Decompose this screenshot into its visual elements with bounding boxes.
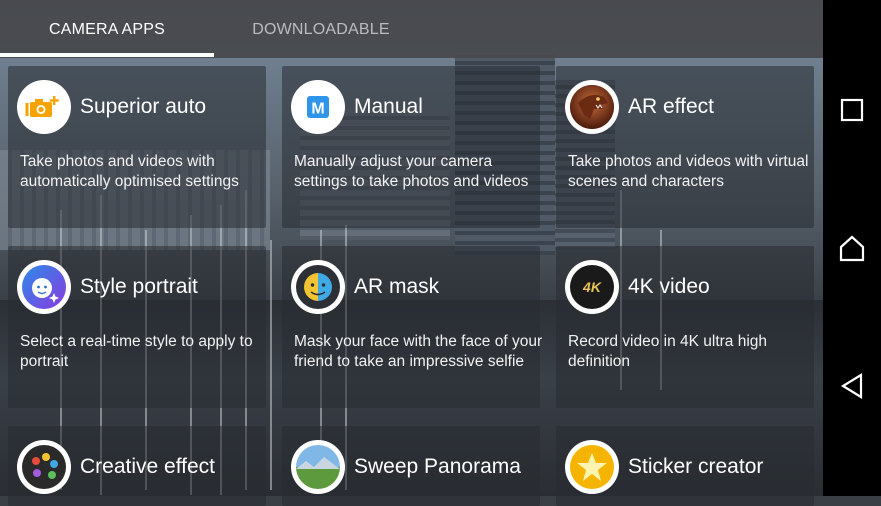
manual-icon-letter: M [311, 101, 324, 118]
4k-icon: 4K [565, 260, 619, 314]
app-description: Manually adjust your camera settings to … [294, 153, 529, 190]
manual-m-icon: M [291, 80, 345, 134]
app-title: Style portrait [80, 275, 198, 298]
home-button[interactable] [823, 219, 881, 277]
recents-button[interactable] [823, 81, 881, 139]
star-sticker-icon [565, 440, 619, 494]
tab-downloadable[interactable]: DOWNLOADABLE [214, 0, 428, 58]
app-description: Mask your face with the face of your fri… [294, 333, 543, 370]
app-description: Take photos and videos with automaticall… [20, 153, 239, 190]
app-card-manual[interactable]: M Manual Manually adjust your camera set… [282, 66, 540, 228]
app-title: 4K video [628, 275, 710, 298]
back-button[interactable] [823, 357, 881, 415]
app-description: Select a real-time style to apply to por… [20, 333, 253, 370]
tab-bar: CAMERA APPS DOWNLOADABLE [0, 0, 823, 58]
app-title: AR mask [354, 275, 440, 298]
app-card-ar-effect[interactable]: AR effect Take photos and videos with vi… [556, 66, 814, 228]
mask-icon [291, 260, 345, 314]
app-card-4k-video[interactable]: 4K 4K video Record video in 4K ultra hig… [556, 246, 814, 408]
dinosaur-icon [565, 80, 619, 134]
app-title: Sticker creator [628, 455, 764, 478]
app-card-sweep-panorama[interactable]: Sweep Panorama [282, 426, 540, 506]
app-description: Take photos and videos with virtual scen… [568, 153, 809, 190]
app-card-ar-mask[interactable]: AR mask Mask your face with the face of … [282, 246, 542, 408]
app-title: Sweep Panorama [354, 455, 521, 478]
app-card-creative-effect[interactable]: Creative effect [8, 426, 266, 506]
background-mast [270, 240, 272, 490]
square-icon [840, 98, 864, 122]
tab-camera-apps[interactable]: CAMERA APPS [0, 0, 214, 58]
app-title: Manual [354, 95, 423, 118]
app-card-superior-auto[interactable]: Superior auto Take photos and videos wit… [8, 66, 266, 228]
face-sparkle-icon [17, 260, 71, 314]
palette-icon [17, 440, 71, 494]
app-card-sticker-creator[interactable]: Sticker creator [556, 426, 814, 506]
app-description: Record video in 4K ultra high definition [568, 333, 768, 370]
back-triangle-icon [840, 373, 863, 399]
app-title: AR effect [628, 95, 714, 118]
app-card-style-portrait[interactable]: Style portrait Select a real-time style … [8, 246, 266, 408]
4k-icon-text: 4K [582, 279, 602, 295]
active-tab-indicator [0, 53, 214, 57]
panorama-icon [291, 440, 345, 494]
app-title: Superior auto [80, 95, 207, 118]
app-title: Creative effect [80, 455, 216, 478]
camera-plus-icon [17, 80, 71, 134]
home-icon [839, 235, 865, 262]
navigation-bar [823, 0, 881, 496]
